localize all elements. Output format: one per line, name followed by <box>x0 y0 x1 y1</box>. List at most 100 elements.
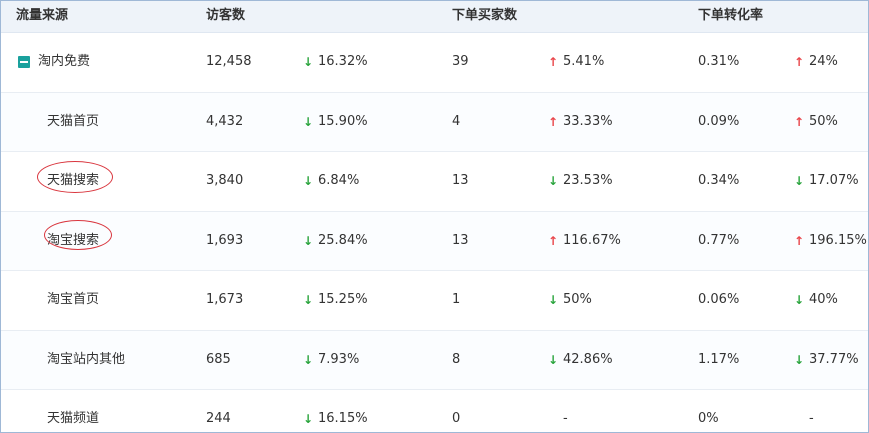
conversion-change: ↓ 40% <box>794 271 838 329</box>
buyers-change: ↓ 23.53% <box>548 152 613 210</box>
buyers-value: 13 <box>452 173 469 188</box>
buyers-change: ↓ 42.86% <box>548 331 613 389</box>
buyers-change-value: 50% <box>563 292 592 307</box>
conversion-value: 1.17% <box>698 351 740 367</box>
arrow-down-icon: ↓ <box>303 412 314 426</box>
table-row[interactable]: 淘宝站内其他 685 ↓ 7.93% 8 ↓ 42.86% 1.17% ↓ 37.77% <box>1 330 868 390</box>
source-name: 天猫搜索 <box>47 173 100 188</box>
visitors-value: 685 <box>206 351 231 367</box>
traffic-source-table: 取真经 REAL INSIGHT 取真经 REAL INSIGHT 流量来源 访… <box>0 0 869 433</box>
visitors-change: ↓ 6.84% <box>303 152 359 210</box>
visitors-change-value: 7.93% <box>318 351 360 367</box>
conversion-change: ↑ 24% <box>794 33 838 91</box>
header-buyers[interactable]: 下单买家数 <box>452 1 517 32</box>
table-row[interactable]: 天猫首页 4,432 ↓ 15.90% 4 ↑ 33.33% 0.09% ↑ 50% <box>1 92 868 152</box>
source-name: 天猫频道 <box>47 411 100 426</box>
conversion-change-value: 37.77% <box>809 351 859 367</box>
arrow-down-icon: ↓ <box>303 352 314 367</box>
conversion-value: 0.09% <box>698 113 740 129</box>
conversion-value: 0% <box>698 411 719 426</box>
arrow-down-icon: ↓ <box>548 174 559 188</box>
buyers-value: 1 <box>452 292 461 307</box>
conversion-change-value: 24% <box>809 54 838 69</box>
visitors-change-value: 15.90% <box>318 113 368 129</box>
conversion-value: 0.31% <box>698 54 740 69</box>
visitors-change: ↓ 7.93% <box>303 331 359 389</box>
source-name: 淘内免费 <box>38 54 91 69</box>
arrow-up-icon: ↑ <box>548 233 559 248</box>
arrow-down-icon: ↓ <box>794 174 805 188</box>
source-name-cell: 天猫首页 <box>47 93 99 151</box>
source-name-cell: 淘宝站内其他 <box>47 331 125 389</box>
buyers-change-value: 5.41% <box>563 54 605 69</box>
arrow-up-icon: ↑ <box>794 55 805 69</box>
conversion-value: 0.06% <box>698 292 740 307</box>
visitors-change: ↓ 16.32% <box>303 33 368 91</box>
table-row[interactable]: 淘宝搜索 1,693 ↓ 25.84% 13 ↑ 116.67% 0.77% ↑ 196.15% <box>1 211 868 271</box>
header-visitors[interactable]: 访客数 <box>206 1 245 32</box>
arrow-down-icon: ↓ <box>548 352 559 367</box>
visitors-value: 12,458 <box>206 54 252 69</box>
conversion-value: 0.34% <box>698 173 740 188</box>
visitors-change-value: 6.84% <box>318 173 360 188</box>
buyers-change-value: - <box>563 411 568 426</box>
conversion-change-value: 17.07% <box>809 173 859 188</box>
buyers-change-value: 42.86% <box>563 351 613 367</box>
visitors-value: 4,432 <box>206 113 244 129</box>
visitors-value: 3,840 <box>206 173 244 188</box>
buyers-change: - <box>548 390 568 432</box>
buyers-change: ↑ 116.67% <box>548 212 621 270</box>
arrow-up-icon: ↑ <box>548 55 559 69</box>
table-body: 淘内免费 12,458 ↓ 16.32% 39 ↑ 5.41% 0.31% ↑ 24% 天猫首页 4,… <box>1 33 868 432</box>
conversion-change-value: 50% <box>809 113 838 129</box>
visitors-change: ↓ 25.84% <box>303 212 368 270</box>
table-row[interactable]: 天猫频道 244 ↓ 16.15% 0 - 0% - <box>1 390 868 432</box>
table-header: 流量来源 访客数 下单买家数 下单转化率 <box>1 1 868 33</box>
conversion-value: 0.77% <box>698 232 740 248</box>
source-name-cell[interactable]: 淘内免费 <box>18 33 90 91</box>
source-name: 淘宝站内其他 <box>47 351 126 367</box>
conversion-change-value: 196.15% <box>809 232 867 248</box>
buyers-change: ↑ 33.33% <box>548 93 613 151</box>
conversion-change-value: 40% <box>809 292 838 307</box>
buyers-change-value: 23.53% <box>563 173 613 188</box>
conversion-change: ↑ 196.15% <box>794 212 867 270</box>
arrow-down-icon: ↓ <box>303 233 314 248</box>
buyers-change-value: 33.33% <box>563 113 613 129</box>
arrow-down-icon: ↓ <box>794 352 805 367</box>
visitors-change: ↓ 15.25% <box>303 271 368 329</box>
conversion-change: ↑ 50% <box>794 93 838 151</box>
source-name: 天猫首页 <box>47 113 100 129</box>
visitors-change-value: 16.32% <box>318 54 368 69</box>
visitors-change-value: 15.25% <box>318 292 368 307</box>
source-name-cell: 淘宝首页 <box>47 271 99 329</box>
source-name-cell: 天猫搜索 <box>47 152 99 210</box>
collapse-minus-icon[interactable] <box>18 55 30 68</box>
buyers-value: 39 <box>452 54 469 69</box>
buyers-value: 13 <box>452 232 469 248</box>
buyers-value: 8 <box>452 351 461 367</box>
visitors-value: 244 <box>206 411 231 426</box>
table-row[interactable]: 淘内免费 12,458 ↓ 16.32% 39 ↑ 5.41% 0.31% ↑ 24% <box>1 33 868 93</box>
table-row[interactable]: 淘宝首页 1,673 ↓ 15.25% 1 ↓ 50% 0.06% ↓ 40% <box>1 271 868 331</box>
arrow-up-icon: ↑ <box>548 114 559 129</box>
conversion-change: ↓ 17.07% <box>794 152 859 210</box>
header-conversion[interactable]: 下单转化率 <box>698 1 763 32</box>
visitors-value: 1,673 <box>206 292 244 307</box>
visitors-change: ↓ 16.15% <box>303 390 368 432</box>
conversion-change: - <box>794 390 814 432</box>
header-source[interactable]: 流量来源 <box>16 1 68 32</box>
visitors-value: 1,693 <box>206 232 244 248</box>
table-row[interactable]: 天猫搜索 3,840 ↓ 6.84% 13 ↓ 23.53% 0.34% ↓ 17.07% <box>1 152 868 212</box>
buyers-value: 0 <box>452 411 461 426</box>
visitors-change-value: 25.84% <box>318 232 368 248</box>
buyers-change-value: 116.67% <box>563 232 621 248</box>
arrow-up-icon: ↑ <box>794 114 805 129</box>
buyers-change: ↓ 50% <box>548 271 592 329</box>
visitors-change: ↓ 15.90% <box>303 93 368 151</box>
source-name: 淘宝首页 <box>47 292 100 307</box>
arrow-up-icon: ↑ <box>794 233 805 248</box>
arrow-down-icon: ↓ <box>303 55 314 69</box>
arrow-down-icon: ↓ <box>303 114 314 129</box>
source-name-cell: 淘宝搜索 <box>47 212 99 270</box>
